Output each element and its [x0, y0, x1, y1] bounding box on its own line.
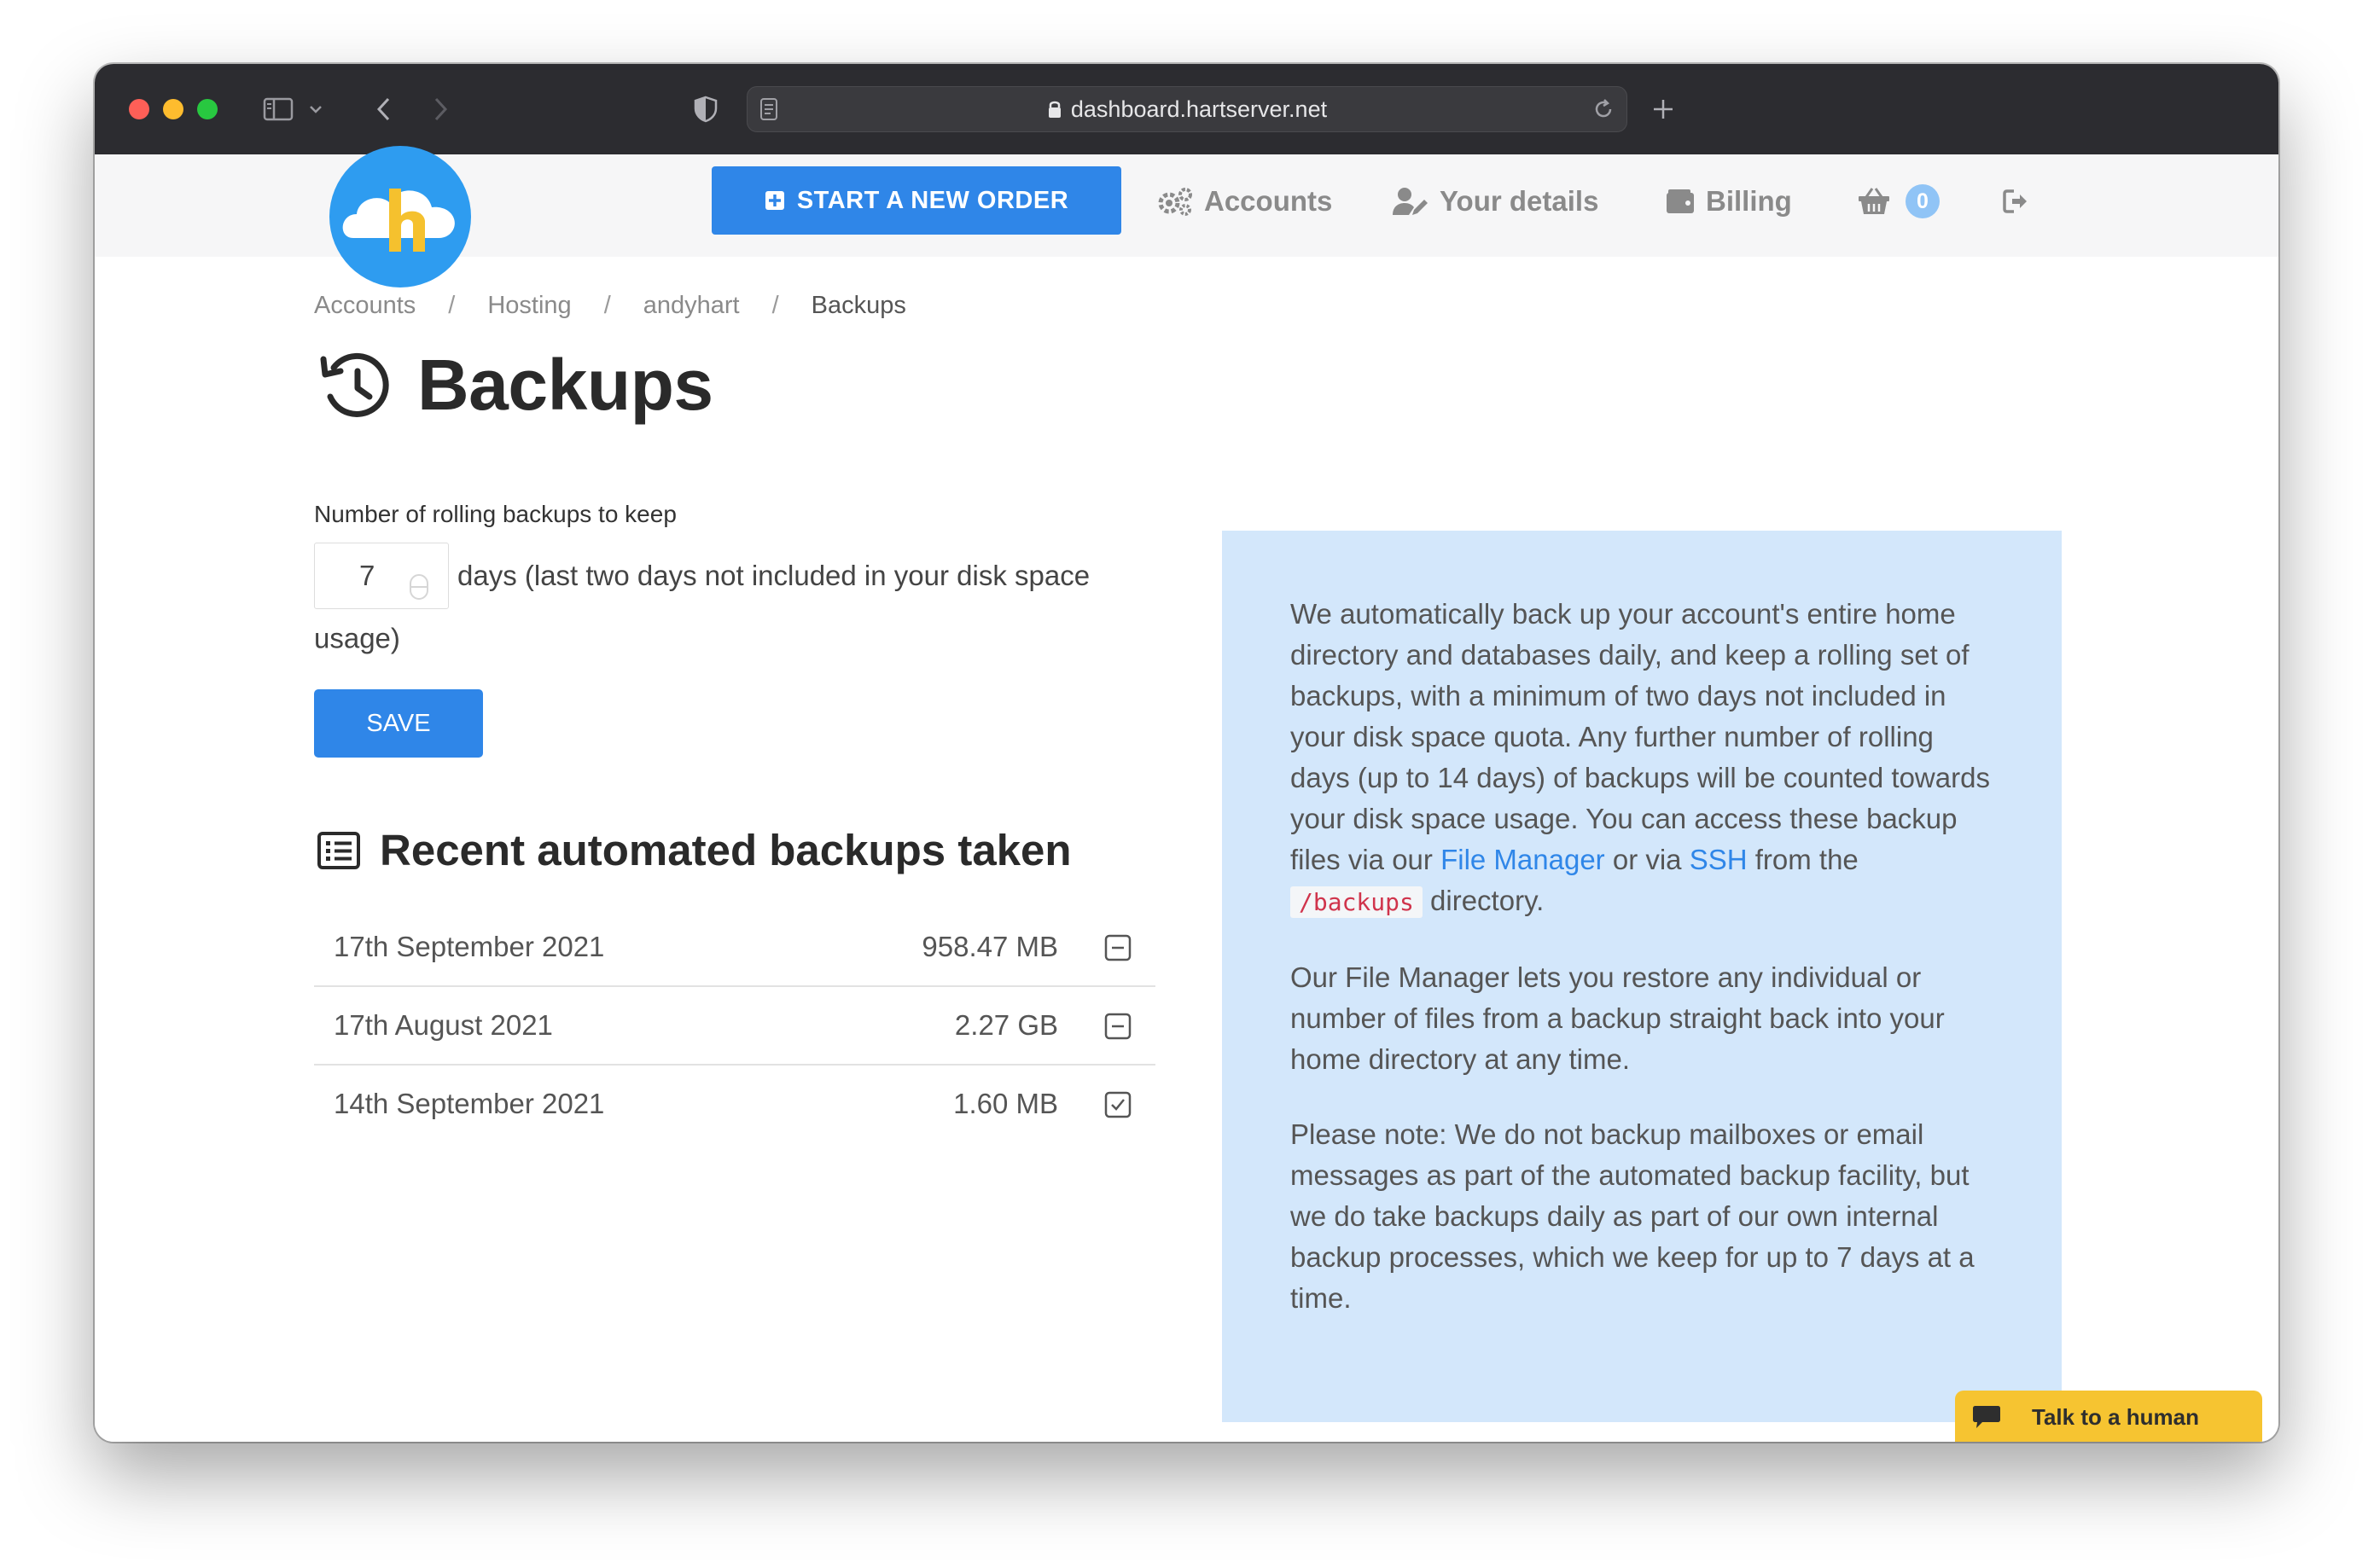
- breadcrumb-separator: /: [771, 292, 779, 319]
- lock-icon: [1047, 99, 1062, 119]
- rolling-backups-field: 7 days (last two days not included in yo…: [314, 543, 1167, 665]
- minus-square-icon[interactable]: [1104, 1013, 1132, 1047]
- rolling-backups-value: 7: [359, 560, 375, 591]
- info-text: We automatically back up your account's …: [1290, 598, 1990, 875]
- zoom-window-button[interactable]: [197, 99, 218, 119]
- nav-billing-label: Billing: [1706, 185, 1792, 217]
- breadcrumb-separator: /: [603, 292, 611, 319]
- backup-date: 14th September 2021: [334, 1088, 605, 1119]
- backup-size: 1.60 MB: [953, 1088, 1058, 1119]
- nav-cart[interactable]: 0: [1858, 180, 1940, 223]
- backups-path: /backups: [1290, 886, 1423, 918]
- breadcrumb: Accounts / Hosting / andyhart / Backups: [314, 292, 906, 320]
- minimize-window-button[interactable]: [163, 99, 183, 119]
- info-text: or via: [1604, 844, 1690, 875]
- backup-size: 958.47 MB: [922, 931, 1058, 962]
- save-button[interactable]: SAVE: [314, 689, 483, 758]
- nav-your-details[interactable]: Your details: [1392, 180, 1598, 223]
- recent-backups-title: Recent automated backups taken: [380, 826, 1072, 874]
- logout-button[interactable]: [2003, 180, 2044, 223]
- breadcrumb-hosting[interactable]: Hosting: [487, 292, 571, 320]
- browser-toolbar: dashboard.hartserver.net: [95, 64, 2278, 154]
- chat-bubble-icon: [1972, 1404, 2001, 1430]
- url-display[interactable]: dashboard.hartserver.net: [748, 87, 1626, 131]
- list-alt-icon: [317, 831, 360, 869]
- table-row[interactable]: 17th August 2021 2.27 GB: [314, 987, 1155, 1066]
- info-paragraph: Please note: We do not backup mailboxes …: [1290, 1118, 1975, 1314]
- info-paragraph: We automatically back up your account's …: [1290, 594, 1993, 923]
- page-title: Backups: [318, 344, 713, 427]
- backup-date: 17th August 2021: [334, 1009, 553, 1041]
- sidebar-icon[interactable]: [261, 90, 295, 129]
- hartserver-logo[interactable]: [329, 146, 471, 287]
- rolling-backups-input[interactable]: 7: [314, 543, 449, 609]
- cart-count-badge: 0: [1906, 184, 1940, 218]
- address-bar[interactable]: dashboard.hartserver.net: [747, 86, 1627, 132]
- breadcrumb-andyhart[interactable]: andyhart: [643, 292, 740, 320]
- breadcrumb-backups: Backups: [811, 292, 906, 319]
- recent-backups-heading: Recent automated backups taken: [317, 825, 1072, 875]
- plus-square-icon: [765, 190, 785, 211]
- backup-date: 17th September 2021: [334, 931, 605, 962]
- backup-size: 2.27 GB: [954, 1009, 1058, 1041]
- shield-icon[interactable]: [689, 90, 723, 129]
- page-heading: Backups: [417, 345, 713, 425]
- file-manager-link[interactable]: File Manager: [1440, 844, 1605, 875]
- chevron-down-icon[interactable]: [306, 90, 325, 129]
- browser-window: dashboard.hartserver.net START A NEW ORD…: [95, 64, 2278, 1442]
- info-text: directory.: [1422, 885, 1545, 916]
- back-icon[interactable]: [368, 90, 399, 129]
- basket-icon: [1859, 188, 1889, 214]
- ssh-link[interactable]: SSH: [1690, 844, 1748, 875]
- breadcrumb-accounts[interactable]: Accounts: [314, 292, 416, 320]
- backup-info-panel: We automatically back up your account's …: [1222, 531, 2062, 1422]
- page: START A NEW ORDER Accounts Your details: [95, 146, 2278, 1442]
- talk-to-human-label: Talk to a human: [2032, 1403, 2199, 1430]
- info-paragraph: Our File Manager lets you restore any in…: [1290, 961, 1945, 1075]
- cogs-icon: [1158, 188, 1192, 216]
- history-icon: [320, 352, 389, 417]
- start-new-order-button[interactable]: START A NEW ORDER: [712, 166, 1121, 235]
- nav-accounts[interactable]: Accounts: [1156, 180, 1332, 223]
- backups-table: 17th September 2021 958.47 MB 17th Augus…: [314, 909, 1155, 1142]
- url-text: dashboard.hartserver.net: [1070, 96, 1328, 122]
- forward-icon[interactable]: [426, 90, 457, 129]
- check-square-icon[interactable]: [1104, 1091, 1132, 1125]
- minus-square-icon[interactable]: [1104, 934, 1132, 968]
- nav-your-details-label: Your details: [1440, 185, 1599, 217]
- wallet-icon: [1667, 189, 1694, 213]
- table-row[interactable]: 17th September 2021 958.47 MB: [314, 909, 1155, 987]
- info-text: from the: [1747, 844, 1859, 875]
- stepper-icon[interactable]: [409, 564, 429, 618]
- breadcrumb-separator: /: [448, 292, 456, 319]
- user-edit-icon: [1393, 188, 1428, 215]
- talk-to-human-button[interactable]: Talk to a human: [1955, 1391, 2262, 1442]
- rolling-backups-label: Number of rolling backups to keep: [314, 501, 677, 527]
- plus-icon[interactable]: [1646, 90, 1680, 129]
- reload-icon[interactable]: [1592, 98, 1615, 125]
- table-row[interactable]: 14th September 2021 1.60 MB: [314, 1066, 1155, 1142]
- nav-billing[interactable]: Billing: [1665, 180, 1792, 223]
- sign-out-icon: [2003, 189, 2027, 213]
- close-window-button[interactable]: [129, 99, 149, 119]
- start-new-order-label: START A NEW ORDER: [796, 186, 1069, 214]
- nav-accounts-label: Accounts: [1204, 185, 1333, 217]
